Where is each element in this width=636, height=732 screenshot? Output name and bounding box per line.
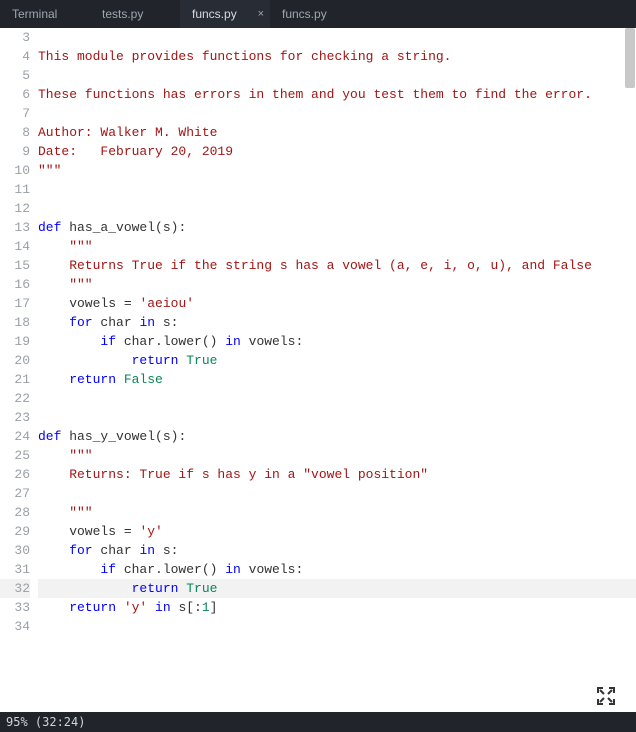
line-number: 15	[0, 256, 30, 275]
code-line[interactable]: return True	[38, 351, 636, 370]
line-number: 24	[0, 427, 30, 446]
code-line[interactable]: if char.lower() in vowels:	[38, 560, 636, 579]
code-line[interactable]: def has_y_vowel(s):	[38, 427, 636, 446]
line-number: 31	[0, 560, 30, 579]
code-line[interactable]: return True	[38, 579, 636, 598]
code-line[interactable]	[38, 66, 636, 85]
code-line[interactable]: """	[38, 503, 636, 522]
line-number: 20	[0, 351, 30, 370]
code-line[interactable]: Returns: True if s has y in a "vowel pos…	[38, 465, 636, 484]
line-number: 3	[0, 28, 30, 47]
line-number: 26	[0, 465, 30, 484]
code-line[interactable]	[38, 408, 636, 427]
code-line[interactable]: Returns True if the string s has a vowel…	[38, 256, 636, 275]
line-number: 16	[0, 275, 30, 294]
close-icon[interactable]: ×	[258, 0, 264, 28]
code-line[interactable]	[38, 617, 636, 636]
code-line[interactable]: vowels = 'aeiou'	[38, 294, 636, 313]
code-line[interactable]: for char in s:	[38, 541, 636, 560]
tab-funcs-2[interactable]: funcs.py	[270, 0, 360, 28]
line-number: 25	[0, 446, 30, 465]
line-number: 28	[0, 503, 30, 522]
line-number: 13	[0, 218, 30, 237]
scrollbar-vertical[interactable]	[624, 28, 636, 712]
code-line[interactable]: Date: February 20, 2019	[38, 142, 636, 161]
code-line[interactable]: """	[38, 446, 636, 465]
code-line[interactable]	[38, 484, 636, 503]
line-number: 10	[0, 161, 30, 180]
line-number: 27	[0, 484, 30, 503]
line-number: 11	[0, 180, 30, 199]
tab-label: tests.py	[102, 7, 143, 21]
scrollbar-thumb[interactable]	[625, 28, 635, 88]
line-number: 12	[0, 199, 30, 218]
code-line[interactable]	[38, 180, 636, 199]
line-number: 14	[0, 237, 30, 256]
line-number: 33	[0, 598, 30, 617]
line-number: 22	[0, 389, 30, 408]
line-number: 5	[0, 66, 30, 85]
code-line[interactable]	[38, 104, 636, 123]
status-bar: 95% (32:24)	[0, 712, 636, 732]
code-line[interactable]: def has_a_vowel(s):	[38, 218, 636, 237]
code-line[interactable]: Author: Walker M. White	[38, 123, 636, 142]
line-number: 30	[0, 541, 30, 560]
line-number: 32	[0, 579, 30, 598]
line-number: 19	[0, 332, 30, 351]
code-line[interactable]: """	[38, 275, 636, 294]
code-line[interactable]: vowels = 'y'	[38, 522, 636, 541]
status-text: 95% (32:24)	[6, 715, 85, 729]
tab-bar: Terminal tests.py funcs.py × funcs.py	[0, 0, 636, 28]
expand-icon[interactable]	[596, 686, 616, 706]
code-line[interactable]: if char.lower() in vowels:	[38, 332, 636, 351]
line-number: 34	[0, 617, 30, 636]
line-number: 7	[0, 104, 30, 123]
code-line[interactable]: These functions has errors in them and y…	[38, 85, 636, 104]
code-line[interactable]	[38, 199, 636, 218]
line-number: 23	[0, 408, 30, 427]
line-number: 8	[0, 123, 30, 142]
line-number: 6	[0, 85, 30, 104]
code-line[interactable]: """	[38, 237, 636, 256]
code-line[interactable]: This module provides functions for check…	[38, 47, 636, 66]
line-number: 21	[0, 370, 30, 389]
line-number: 9	[0, 142, 30, 161]
line-number: 4	[0, 47, 30, 66]
line-gutter: 3456789101112131415161718192021222324252…	[0, 28, 38, 712]
code-line[interactable]	[38, 28, 636, 47]
code-line[interactable]	[38, 389, 636, 408]
tab-label: funcs.py	[192, 7, 237, 21]
code-line[interactable]: return 'y' in s[:1]	[38, 598, 636, 617]
tab-terminal[interactable]: Terminal	[0, 0, 90, 28]
line-number: 17	[0, 294, 30, 313]
editor-pane[interactable]: 3456789101112131415161718192021222324252…	[0, 28, 636, 712]
code-line[interactable]: return False	[38, 370, 636, 389]
tab-label: Terminal	[12, 7, 57, 21]
code-line[interactable]: """	[38, 161, 636, 180]
tab-label: funcs.py	[282, 7, 327, 21]
tab-tests[interactable]: tests.py	[90, 0, 180, 28]
line-number: 18	[0, 313, 30, 332]
line-number: 29	[0, 522, 30, 541]
tab-funcs-active[interactable]: funcs.py ×	[180, 0, 270, 28]
code-area[interactable]: This module provides functions for check…	[38, 28, 636, 712]
code-line[interactable]: for char in s:	[38, 313, 636, 332]
